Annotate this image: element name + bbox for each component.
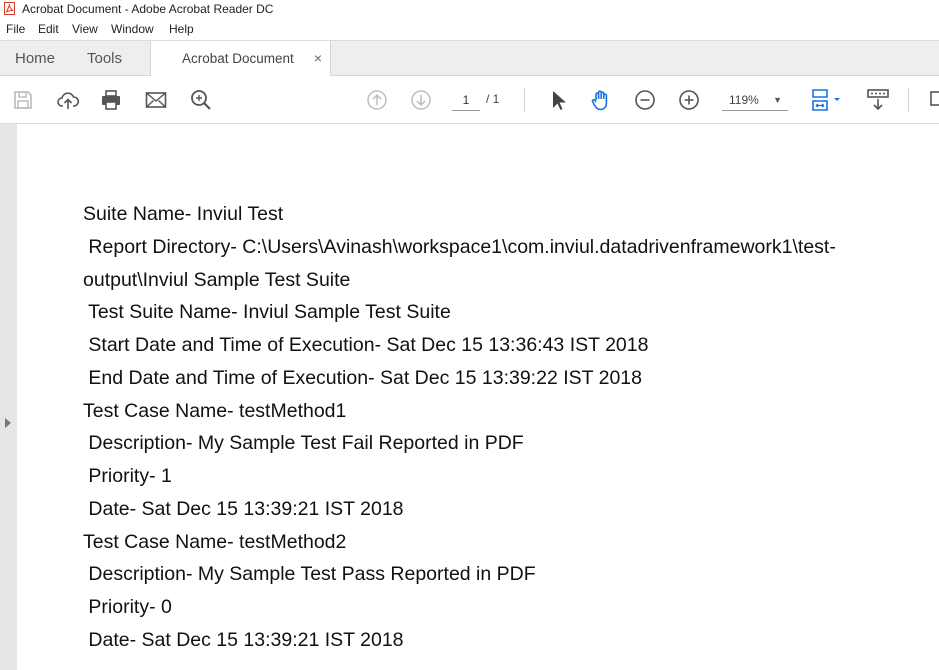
fit-page-icon[interactable] bbox=[810, 88, 844, 112]
acrobat-icon bbox=[4, 2, 15, 15]
doc-line: Date- Sat Dec 15 13:39:21 IST 2018 bbox=[83, 498, 404, 520]
save-icon[interactable] bbox=[11, 88, 35, 112]
page-up-icon[interactable] bbox=[365, 88, 389, 112]
search-zoom-icon[interactable] bbox=[189, 88, 213, 112]
doc-line: Priority- 0 bbox=[83, 596, 172, 618]
doc-line: Description- My Sample Test Fail Reporte… bbox=[83, 432, 524, 454]
menu-file[interactable]: File bbox=[6, 18, 25, 40]
doc-line: Test Suite Name- Inviul Sample Test Suit… bbox=[83, 301, 451, 323]
doc-line: Report Directory- C:\Users\Avinash\works… bbox=[83, 236, 836, 258]
doc-line: Description- My Sample Test Pass Reporte… bbox=[83, 563, 536, 585]
menu-window[interactable]: Window bbox=[111, 18, 154, 40]
pdf-page: Suite Name- Inviul Test Report Directory… bbox=[17, 124, 939, 670]
doc-line: Test Case Name- testMethod2 bbox=[83, 531, 347, 553]
doc-line: Start Date and Time of Execution- Sat De… bbox=[83, 334, 649, 356]
menu-bar: File Edit View Window Help bbox=[0, 18, 939, 40]
doc-line: Test Case Name- testMethod1 bbox=[83, 400, 347, 422]
page-total: / 1 bbox=[486, 92, 500, 106]
comment-icon[interactable] bbox=[928, 88, 939, 112]
print-icon[interactable] bbox=[99, 88, 123, 112]
page-number-input[interactable] bbox=[452, 90, 480, 111]
tab-document[interactable]: Acrobat Document × bbox=[150, 41, 331, 77]
chevron-down-icon: ▼ bbox=[773, 95, 782, 105]
doc-line: output\Inviul Sample Test Suite bbox=[83, 269, 351, 291]
document-viewer: Suite Name- Inviul Test Report Directory… bbox=[0, 124, 939, 670]
menu-view[interactable]: View bbox=[72, 18, 98, 40]
doc-line: Suite Name- Inviul Test bbox=[83, 203, 284, 225]
zoom-in-icon[interactable] bbox=[677, 88, 701, 112]
cloud-upload-icon[interactable] bbox=[56, 88, 80, 112]
select-arrow-icon[interactable] bbox=[546, 88, 570, 112]
close-tab-icon[interactable]: × bbox=[314, 41, 322, 76]
doc-line: End Date and Time of Execution- Sat Dec … bbox=[83, 367, 642, 389]
toolbar-divider bbox=[524, 88, 525, 112]
toolbar-divider bbox=[908, 88, 909, 112]
expand-panel-icon[interactable] bbox=[5, 418, 11, 428]
zoom-value: 119% bbox=[729, 93, 759, 107]
title-bar: Acrobat Document - Adobe Acrobat Reader … bbox=[0, 0, 939, 18]
tab-document-label: Acrobat Document bbox=[182, 51, 294, 66]
doc-line: Date- Sat Dec 15 13:39:21 IST 2018 bbox=[83, 629, 404, 651]
tab-bar: Home Tools Acrobat Document × bbox=[0, 40, 939, 77]
hand-tool-icon[interactable] bbox=[589, 88, 613, 112]
read-mode-icon[interactable] bbox=[866, 88, 890, 112]
window-title: Acrobat Document - Adobe Acrobat Reader … bbox=[22, 2, 274, 16]
page-down-icon[interactable] bbox=[409, 88, 433, 112]
tab-tools[interactable]: Tools bbox=[87, 41, 122, 76]
tab-home[interactable]: Home bbox=[15, 41, 55, 76]
menu-help[interactable]: Help bbox=[169, 18, 194, 40]
left-panel-rail[interactable] bbox=[0, 124, 17, 670]
zoom-select[interactable]: 119% ▼ bbox=[722, 90, 788, 111]
menu-edit[interactable]: Edit bbox=[38, 18, 59, 40]
toolbar: / 1 119% ▼ bbox=[0, 76, 939, 124]
zoom-out-icon[interactable] bbox=[633, 88, 657, 112]
email-icon[interactable] bbox=[144, 88, 168, 112]
doc-line: Priority- 1 bbox=[83, 465, 172, 487]
